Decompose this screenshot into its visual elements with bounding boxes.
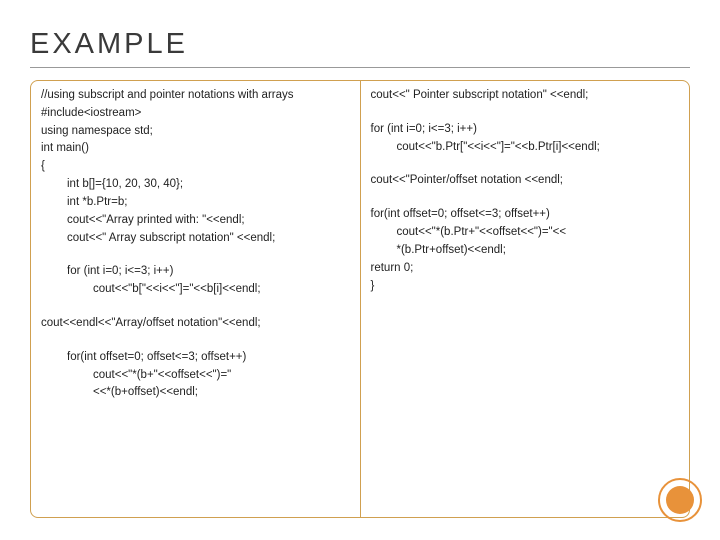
code-line: }	[371, 278, 680, 296]
spacer	[371, 190, 680, 206]
code-line: #include<iostream>	[41, 105, 350, 123]
code-column-right: cout<<" Pointer subscript notation" <<en…	[361, 81, 690, 517]
spacer	[41, 333, 350, 349]
code-line: int main()	[41, 140, 350, 158]
spacer	[41, 247, 350, 263]
code-line: cout<<"Array printed with: "<<endl;	[41, 212, 350, 230]
code-line: return 0;	[371, 260, 680, 278]
spacer	[41, 299, 350, 315]
code-line: <<*(b+offset)<<endl;	[41, 384, 350, 402]
code-line: cout<<"b.Ptr["<<i<<"]="<<b.Ptr[i]<<endl;	[371, 139, 680, 157]
code-line: cout<<" Array subscript notation" <<endl…	[41, 230, 350, 248]
code-line: {	[41, 158, 350, 176]
code-line: for (int i=0; i<=3; i++)	[41, 263, 350, 281]
code-line: cout<<endl<<"Array/offset notation"<<end…	[41, 315, 350, 333]
code-line: int b[]={10, 20, 30, 40};	[41, 176, 350, 194]
code-box: //using subscript and pointer notations …	[30, 80, 690, 518]
code-line: cout<<"*(b+"<<offset<<")="	[41, 367, 350, 385]
code-line: cout<<"b["<<i<<"]="<<b[i]<<endl;	[41, 281, 350, 299]
spacer	[371, 156, 680, 172]
page-title: EXAMPLE	[30, 28, 690, 68]
code-line: //using subscript and pointer notations …	[41, 87, 350, 105]
code-column-left: //using subscript and pointer notations …	[31, 81, 361, 517]
code-line: cout<<"*(b.Ptr+"<<offset<<")="<<	[371, 224, 680, 242]
corner-decoration-icon	[654, 474, 702, 522]
spacer	[371, 105, 680, 121]
code-line: using namespace std;	[41, 123, 350, 141]
code-line: *(b.Ptr+offset)<<endl;	[371, 242, 680, 260]
code-line: cout<<" Pointer subscript notation" <<en…	[371, 87, 680, 105]
slide: EXAMPLE //using subscript and pointer no…	[0, 0, 720, 540]
circle-fill-icon	[666, 486, 694, 514]
code-line: for(int offset=0; offset<=3; offset++)	[41, 349, 350, 367]
code-line: for (int i=0; i<=3; i++)	[371, 121, 680, 139]
code-line: int *b.Ptr=b;	[41, 194, 350, 212]
code-line: cout<<"Pointer/offset notation <<endl;	[371, 172, 680, 190]
code-line: for(int offset=0; offset<=3; offset++)	[371, 206, 680, 224]
